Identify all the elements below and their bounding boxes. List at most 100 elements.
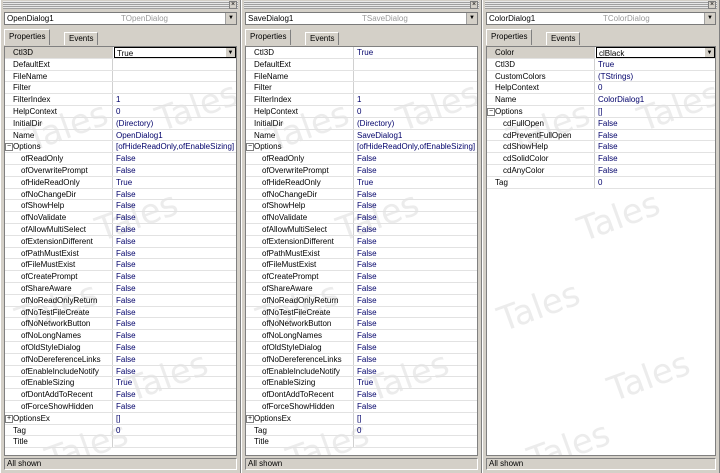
property-value[interactable]: 0 bbox=[355, 106, 477, 117]
property-value[interactable]: False bbox=[355, 401, 477, 412]
property-row[interactable]: HelpContext 0 bbox=[246, 105, 477, 118]
property-row[interactable]: ofCreatePrompt False bbox=[246, 271, 477, 283]
property-row[interactable]: ofShareAware False bbox=[246, 282, 477, 295]
property-row[interactable]: cdAnyColor False bbox=[487, 164, 715, 177]
property-value[interactable]: 0 bbox=[596, 177, 715, 188]
property-value[interactable]: False bbox=[355, 295, 477, 306]
property-value[interactable]: False bbox=[355, 153, 477, 164]
property-value[interactable]: 0 bbox=[114, 425, 236, 436]
property-value[interactable]: False bbox=[355, 354, 477, 365]
property-value[interactable]: False bbox=[114, 153, 236, 164]
property-row[interactable]: ofExtensionDifferent False bbox=[246, 235, 477, 248]
property-row[interactable]: ofNoLongNames False bbox=[5, 330, 236, 342]
property-value[interactable] bbox=[114, 59, 236, 70]
property-value[interactable]: ColorDialog1 bbox=[596, 94, 715, 105]
property-value[interactable]: False bbox=[355, 389, 477, 400]
property-value[interactable]: [] bbox=[596, 106, 715, 117]
property-row[interactable]: Title bbox=[5, 436, 236, 449]
property-value[interactable]: False bbox=[596, 165, 715, 176]
expand-icon[interactable]: + bbox=[246, 414, 254, 423]
property-row[interactable]: cdShowHelp False bbox=[487, 141, 715, 154]
property-row[interactable]: FileName bbox=[5, 70, 236, 83]
property-row[interactable]: HelpContext 0 bbox=[5, 105, 236, 118]
collapse-icon[interactable]: − bbox=[5, 143, 13, 152]
property-row[interactable]: ofNoDereferenceLinks False bbox=[5, 353, 236, 366]
property-value[interactable]: False bbox=[114, 259, 236, 270]
property-row[interactable]: FileName bbox=[246, 70, 477, 83]
property-value[interactable]: False bbox=[355, 271, 477, 282]
property-value[interactable]: 1 bbox=[355, 94, 477, 105]
tab-properties[interactable]: Properties bbox=[245, 29, 292, 45]
property-value[interactable]: False bbox=[114, 248, 236, 259]
property-value[interactable]: SaveDialog1 bbox=[355, 130, 477, 141]
property-row[interactable]: Ctl3D True bbox=[246, 47, 477, 59]
property-value[interactable]: False bbox=[355, 212, 477, 223]
property-row[interactable]: − Options [ofHideReadOnly,ofEnableSizing] bbox=[5, 141, 236, 154]
property-value[interactable]: False bbox=[355, 342, 477, 353]
tab-events[interactable]: Events bbox=[64, 32, 99, 45]
property-row[interactable]: ofHideReadOnly True bbox=[246, 176, 477, 189]
property-row[interactable]: ofNoValidate False bbox=[5, 212, 236, 224]
property-row[interactable]: Color clBlack ▼ bbox=[487, 47, 715, 59]
property-row[interactable]: ofForceShowHidden False bbox=[5, 400, 236, 413]
property-value[interactable] bbox=[355, 71, 477, 82]
property-value[interactable]: False bbox=[114, 212, 236, 223]
property-value[interactable]: False bbox=[114, 354, 236, 365]
property-value[interactable]: False bbox=[114, 236, 236, 247]
property-value[interactable] bbox=[355, 59, 477, 70]
property-row[interactable]: DefaultExt bbox=[246, 58, 477, 71]
property-row[interactable]: ofOverwritePrompt False bbox=[5, 164, 236, 177]
collapse-icon[interactable]: − bbox=[246, 143, 254, 152]
property-value[interactable]: True bbox=[114, 377, 236, 388]
property-row[interactable]: ofNoChangeDir False bbox=[5, 188, 236, 201]
property-value[interactable]: [] bbox=[114, 413, 236, 424]
property-value[interactable] bbox=[114, 436, 236, 447]
property-row[interactable]: − Options [ofHideReadOnly,ofEnableSizing] bbox=[246, 141, 477, 154]
property-row[interactable]: Name ColorDialog1 bbox=[487, 94, 715, 106]
tab-events[interactable]: Events bbox=[546, 32, 581, 45]
property-value[interactable]: 1 bbox=[114, 94, 236, 105]
property-value[interactable]: False bbox=[114, 307, 236, 318]
chevron-down-icon[interactable]: ▼ bbox=[705, 48, 714, 57]
property-row[interactable]: Title bbox=[246, 436, 477, 449]
property-value[interactable]: True bbox=[355, 177, 477, 188]
property-value[interactable]: True bbox=[114, 177, 236, 188]
property-row[interactable]: Tag 0 bbox=[487, 176, 715, 189]
tab-properties[interactable]: Properties bbox=[486, 29, 533, 45]
chevron-down-icon[interactable]: ▼ bbox=[704, 13, 715, 24]
property-row[interactable]: ofNoNetworkButton False bbox=[246, 318, 477, 331]
property-row[interactable]: ofEnableIncludeNotify False bbox=[246, 365, 477, 378]
property-row[interactable]: ofNoDereferenceLinks False bbox=[246, 353, 477, 366]
property-row[interactable]: ofAllowMultiSelect False bbox=[246, 223, 477, 236]
property-value[interactable]: True ▼ bbox=[114, 47, 236, 58]
property-value[interactable]: False bbox=[355, 283, 477, 294]
property-row[interactable]: ofNoValidate False bbox=[246, 212, 477, 224]
property-row[interactable]: Name OpenDialog1 bbox=[5, 129, 236, 142]
close-icon[interactable]: × bbox=[708, 1, 716, 9]
property-row[interactable]: FilterIndex 1 bbox=[5, 94, 236, 106]
property-value[interactable]: [ofHideReadOnly,ofEnableSizing] bbox=[114, 141, 236, 152]
property-value[interactable]: OpenDialog1 bbox=[114, 130, 236, 141]
collapse-icon[interactable]: − bbox=[487, 107, 495, 116]
property-row[interactable]: InitialDir (Directory) bbox=[5, 117, 236, 130]
property-row[interactable]: ofFileMustExist False bbox=[246, 259, 477, 272]
property-value[interactable]: False bbox=[355, 330, 477, 341]
property-value[interactable]: (Directory) bbox=[114, 118, 236, 129]
property-row[interactable]: Name SaveDialog1 bbox=[246, 129, 477, 142]
property-value[interactable]: False bbox=[114, 271, 236, 282]
property-value[interactable]: [ofHideReadOnly,ofEnableSizing] bbox=[355, 141, 477, 152]
property-value[interactable]: False bbox=[355, 224, 477, 235]
property-row[interactable]: ofNoTestFileCreate False bbox=[5, 306, 236, 319]
property-row[interactable]: Tag 0 bbox=[246, 424, 477, 437]
property-value[interactable]: 0 bbox=[355, 425, 477, 436]
property-row[interactable]: Ctl3D True ▼ bbox=[5, 47, 236, 59]
property-value[interactable]: False bbox=[596, 130, 715, 141]
property-value[interactable]: False bbox=[114, 295, 236, 306]
property-value[interactable]: False bbox=[355, 165, 477, 176]
property-row[interactable]: ofFileMustExist False bbox=[5, 259, 236, 272]
property-value[interactable]: [] bbox=[355, 413, 477, 424]
property-row[interactable]: ofNoNetworkButton False bbox=[5, 318, 236, 331]
property-value[interactable]: False bbox=[114, 200, 236, 211]
property-value[interactable]: False bbox=[355, 200, 477, 211]
property-row[interactable]: DefaultExt bbox=[5, 58, 236, 71]
